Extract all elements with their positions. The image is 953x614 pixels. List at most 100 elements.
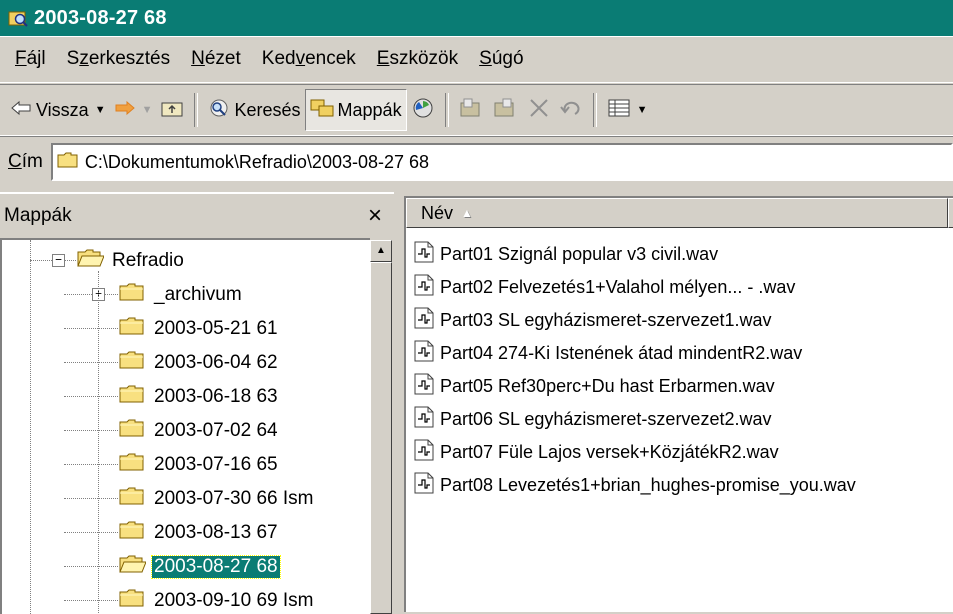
tree-item[interactable]: 2003-06-18 63 [118, 379, 280, 415]
tree-item[interactable]: 2003-07-30 66 Ism [118, 481, 316, 517]
file-item[interactable]: Part08 Levezetés1+brian_hughes-promise_y… [414, 469, 856, 502]
address-bar: Cím C:\Dokumentumok\Refradio\2003-08-27 … [0, 136, 953, 187]
file-name: Part05 Ref30perc+Du hast Erbarmen.wav [440, 376, 775, 396]
tree-item-label: 2003-06-04 62 [154, 352, 278, 373]
tree-item-label: _archivum [154, 284, 242, 305]
tree-item[interactable]: 2003-07-16 65 [118, 447, 280, 483]
address-input[interactable]: C:\Dokumentumok\Refradio\2003-08-27 68 [50, 143, 953, 181]
column-header-name[interactable]: Név ▲ [406, 198, 948, 228]
wav-file-icon [414, 307, 434, 334]
folders-pane-header: Mappák × [0, 194, 394, 238]
folder-icon [118, 451, 146, 479]
menu-help[interactable]: Súgó [479, 48, 523, 70]
toolbar-separator [444, 93, 449, 127]
move-to-folder-icon [459, 97, 485, 124]
tree-item[interactable]: 2003-06-04 62 [118, 345, 280, 381]
up-folder-button[interactable] [156, 90, 188, 130]
folder-icon [57, 151, 79, 174]
folder-icon [118, 383, 146, 411]
menu-tools[interactable]: Eszközök [377, 48, 458, 70]
file-item[interactable]: Part06 SL egyházismeret-szervezet2.wav [414, 403, 771, 436]
forward-dropdown-icon[interactable]: ▼ [142, 104, 153, 116]
tree-item-label: 2003-08-13 67 [154, 522, 278, 543]
file-name: Part03 SL egyházismeret-szervezet1.wav [440, 310, 772, 330]
undo-button[interactable] [555, 90, 587, 130]
back-arrow-icon [10, 100, 32, 121]
file-name: Part06 SL egyházismeret-szervezet2.wav [440, 409, 772, 429]
tree-connector [64, 294, 118, 295]
wav-file-icon [414, 439, 434, 466]
tree-connector [64, 464, 118, 465]
tree-item-label: 2003-07-16 65 [154, 454, 278, 475]
file-name: Part07 Füle Lajos versek+KözjátékR2.wav [440, 442, 779, 462]
file-item[interactable]: Part02 Felvezetés1+Valahol mélyen... - .… [414, 271, 795, 304]
copy-to-button[interactable] [489, 90, 523, 130]
file-name: Part02 Felvezetés1+Valahol mélyen... - .… [440, 277, 796, 297]
views-grid-icon [607, 98, 631, 123]
file-item[interactable]: Part01 Szignál popular v3 civil.wav [414, 238, 718, 271]
file-item[interactable]: Part03 SL egyházismeret-szervezet1.wav [414, 304, 771, 337]
file-name: Part08 Levezetés1+brian_hughes-promise_y… [440, 475, 856, 495]
folder-icon [118, 519, 146, 547]
tree-item[interactable]: 2003-08-27 68 [118, 549, 281, 585]
tree-connector [64, 328, 118, 329]
history-button[interactable] [407, 90, 439, 130]
tree-connector [64, 396, 118, 397]
forward-button[interactable]: ▼ [110, 90, 157, 130]
wav-file-icon [414, 340, 434, 367]
column-name-label: Név [421, 202, 454, 223]
tree-scrollbar[interactable]: ▲ [370, 240, 392, 614]
menu-favorites[interactable]: Kedvencek [262, 48, 356, 70]
tree-connector [64, 430, 118, 431]
window-title: 2003-08-27 68 [34, 6, 167, 29]
tree-item[interactable]: 2003-08-13 67 [118, 515, 280, 551]
tree-item[interactable]: 2003-09-10 69 Ism [118, 583, 316, 614]
views-dropdown-icon[interactable]: ▼ [637, 104, 648, 116]
file-item[interactable]: Part04 274-Ki Istenének átad mindentR2.w… [414, 337, 802, 370]
scroll-thumb[interactable] [370, 262, 392, 614]
sort-ascending-icon: ▲ [461, 206, 473, 220]
menu-edit[interactable]: Szerkesztés [67, 48, 171, 70]
file-item[interactable]: Part05 Ref30perc+Du hast Erbarmen.wav [414, 370, 775, 403]
close-pane-icon[interactable]: × [368, 202, 382, 230]
tree-item[interactable]: 2003-07-02 64 [118, 413, 280, 449]
tree-item-label: 2003-07-02 64 [154, 420, 278, 441]
tree-item-label: 2003-06-18 63 [154, 386, 278, 407]
back-button[interactable]: Vissza ▼ [6, 90, 110, 130]
folders-pane-title: Mappák [4, 205, 72, 226]
views-button[interactable]: ▼ [603, 90, 652, 130]
tree-item[interactable]: Refradio [76, 243, 186, 279]
delete-x-icon [527, 97, 551, 124]
folder-icon [118, 485, 146, 513]
folder-icon [118, 349, 146, 377]
wav-file-icon [414, 472, 434, 499]
back-dropdown-icon[interactable]: ▼ [95, 104, 106, 116]
title-bar[interactable]: 2003-08-27 68 [0, 0, 953, 36]
address-label: Cím [8, 151, 43, 172]
tree-connector [98, 271, 99, 614]
menu-bar: Fájl Szerkesztés Nézet Kedvencek Eszközö… [0, 36, 953, 83]
tree-connector [30, 240, 31, 614]
up-folder-icon [160, 98, 184, 123]
file-list: Név ▲ Part01 Szignál popular v3 civil.wa… [404, 196, 953, 612]
pane-splitter[interactable] [394, 192, 402, 610]
undo-icon [559, 97, 583, 124]
tree-item-label: 2003-05-21 61 [154, 318, 278, 339]
address-path: C:\Dokumentumok\Refradio\2003-08-27 68 [84, 151, 430, 172]
move-to-button[interactable] [455, 90, 489, 130]
tree-item[interactable]: 2003-05-21 61 [118, 311, 280, 347]
tree-item-label: 2003-08-27 68 [151, 555, 281, 579]
delete-button[interactable] [523, 90, 555, 130]
copy-to-folder-icon [493, 97, 519, 124]
folders-button[interactable]: Mappák [304, 89, 407, 131]
file-name: Part04 274-Ki Istenének átad mindentR2.w… [440, 343, 803, 363]
menu-view[interactable]: Nézet [191, 48, 241, 70]
search-button[interactable]: Keresés [204, 90, 304, 130]
collapse-minus-icon[interactable]: − [52, 254, 65, 267]
wav-file-icon [414, 406, 434, 433]
scroll-up-button[interactable]: ▲ [370, 240, 392, 262]
column-header-next[interactable] [948, 198, 953, 228]
file-item[interactable]: Part07 Füle Lajos versek+KözjátékR2.wav [414, 436, 779, 469]
menu-file[interactable]: Fájl [15, 48, 46, 70]
tree-item[interactable]: _archivum [118, 277, 244, 313]
